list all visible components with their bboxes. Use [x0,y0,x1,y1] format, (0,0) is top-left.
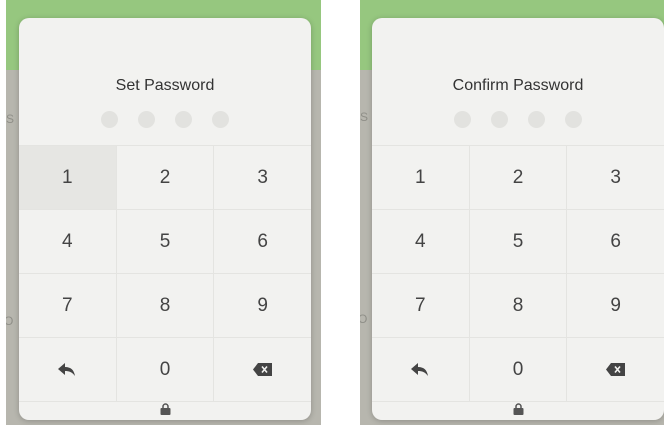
confirm-password-dialog: Confirm Password 1 2 3 4 5 6 7 8 9 0 [372,18,664,420]
key-7[interactable]: 7 [372,274,470,337]
key-1[interactable]: 1 [372,146,470,209]
backspace-icon [253,363,273,376]
key-9[interactable]: 9 [214,274,311,337]
key-1[interactable]: 1 [19,146,117,209]
pin-dot [454,111,471,128]
pin-dot [138,111,155,128]
lock-footer [19,398,311,420]
dialog-title: Confirm Password [452,77,584,94]
backspace-button[interactable] [214,338,311,401]
lock-icon [160,403,170,415]
key-7[interactable]: 7 [19,274,117,337]
key-9[interactable]: 9 [567,274,664,337]
key-5[interactable]: 5 [470,210,568,273]
background-text-fragment: O [6,314,14,328]
confirm-password-screen: S O Confirm Password 1 2 3 4 5 6 7 8 9 0 [360,0,664,425]
key-3[interactable]: 3 [567,146,664,209]
key-6[interactable]: 6 [214,210,311,273]
key-8[interactable]: 8 [117,274,215,337]
key-0[interactable]: 0 [117,338,215,401]
background-text-fragment: S [6,112,15,126]
backspace-button[interactable] [567,338,664,401]
back-arrow-icon [58,362,76,376]
pin-dot [101,111,118,128]
set-password-dialog: Set Password 1 2 3 4 5 6 7 8 9 0 [19,18,311,420]
key-5[interactable]: 5 [117,210,215,273]
key-4[interactable]: 4 [19,210,117,273]
lock-icon [513,403,523,415]
numeric-keypad: 1 2 3 4 5 6 7 8 9 0 [372,145,664,402]
pin-indicator [372,111,664,129]
back-button[interactable] [19,338,117,401]
key-2[interactable]: 2 [117,146,215,209]
pin-dot [491,111,508,128]
pin-dot [212,111,229,128]
pin-dot [528,111,545,128]
pin-dot [565,111,582,128]
key-6[interactable]: 6 [567,210,664,273]
back-arrow-icon [411,362,429,376]
key-3[interactable]: 3 [214,146,311,209]
background-text-fragment: O [360,312,368,326]
background-text-fragment: S [360,110,369,124]
key-4[interactable]: 4 [372,210,470,273]
key-2[interactable]: 2 [470,146,568,209]
lock-footer [372,398,664,420]
backspace-icon [606,363,626,376]
pin-indicator [19,111,311,129]
key-8[interactable]: 8 [470,274,568,337]
pin-dot [175,111,192,128]
key-0[interactable]: 0 [470,338,568,401]
numeric-keypad: 1 2 3 4 5 6 7 8 9 0 [19,145,311,402]
back-button[interactable] [372,338,470,401]
set-password-screen: S O Set Password 1 2 3 4 5 6 7 8 9 0 [6,0,321,425]
dialog-title: Set Password [115,77,215,94]
